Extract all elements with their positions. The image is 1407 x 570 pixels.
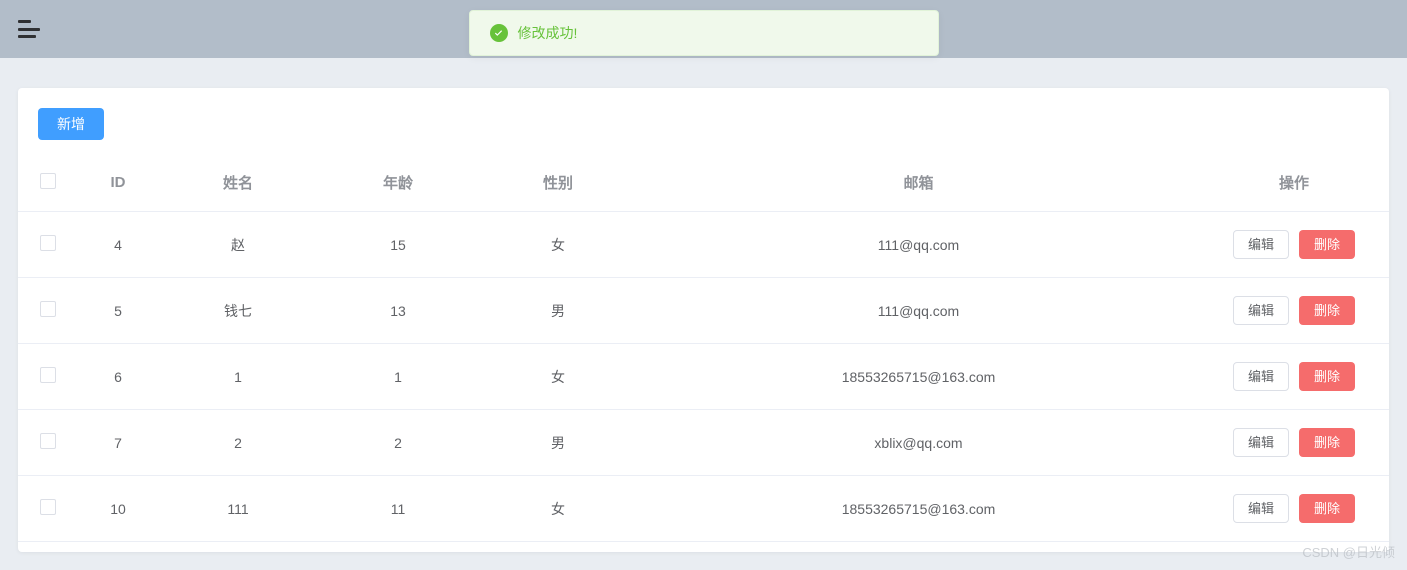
cell-age: 11 bbox=[318, 476, 478, 542]
watermark: CSDN @日光倾 bbox=[1302, 542, 1395, 561]
col-id: ID bbox=[78, 154, 158, 212]
delete-button[interactable]: 删除 bbox=[1299, 296, 1355, 325]
check-circle-icon bbox=[490, 24, 508, 42]
cell-name: 1 bbox=[158, 344, 318, 410]
cell-gender: 女 bbox=[478, 476, 638, 542]
delete-button[interactable]: 删除 bbox=[1299, 230, 1355, 259]
cell-gender: 男 bbox=[478, 278, 638, 344]
select-all-checkbox[interactable] bbox=[40, 173, 56, 189]
delete-button[interactable]: 删除 bbox=[1299, 428, 1355, 457]
col-ops: 操作 bbox=[1199, 154, 1389, 212]
cell-age: 15 bbox=[318, 212, 478, 278]
data-table: ID 姓名 年龄 性别 邮箱 操作 4赵15女111@qq.com编辑删除5钱七… bbox=[18, 154, 1389, 542]
cell-gender: 女 bbox=[478, 212, 638, 278]
cell-age: 13 bbox=[318, 278, 478, 344]
row-checkbox[interactable] bbox=[40, 367, 56, 383]
edit-button[interactable]: 编辑 bbox=[1233, 428, 1289, 457]
col-email: 邮箱 bbox=[638, 154, 1199, 212]
cell-gender: 男 bbox=[478, 410, 638, 476]
cell-email: 111@qq.com bbox=[638, 278, 1199, 344]
table-row: 611女18553265715@163.com编辑删除 bbox=[18, 344, 1389, 410]
edit-button[interactable]: 编辑 bbox=[1233, 296, 1289, 325]
edit-button[interactable]: 编辑 bbox=[1233, 362, 1289, 391]
cell-id: 10 bbox=[78, 476, 158, 542]
cell-id: 4 bbox=[78, 212, 158, 278]
delete-button[interactable]: 删除 bbox=[1299, 494, 1355, 523]
col-gender: 性别 bbox=[478, 154, 638, 212]
cell-email: 18553265715@163.com bbox=[638, 476, 1199, 542]
cell-id: 7 bbox=[78, 410, 158, 476]
cell-gender: 女 bbox=[478, 344, 638, 410]
edit-button[interactable]: 编辑 bbox=[1233, 494, 1289, 523]
edit-button[interactable]: 编辑 bbox=[1233, 230, 1289, 259]
cell-id: 6 bbox=[78, 344, 158, 410]
row-checkbox[interactable] bbox=[40, 235, 56, 251]
cell-name: 2 bbox=[158, 410, 318, 476]
toast-message: 修改成功! bbox=[518, 23, 578, 43]
row-checkbox[interactable] bbox=[40, 433, 56, 449]
row-checkbox[interactable] bbox=[40, 301, 56, 317]
table-row: 1011111女18553265715@163.com编辑删除 bbox=[18, 476, 1389, 542]
table-row: 4赵15女111@qq.com 编辑删除 bbox=[18, 212, 1389, 278]
delete-button[interactable]: 删除 bbox=[1299, 362, 1355, 391]
col-age: 年龄 bbox=[318, 154, 478, 212]
cell-email: xblix@qq.com bbox=[638, 410, 1199, 476]
main-panel: 新增 ID 姓名 年龄 性别 邮箱 操作 4赵15女111@qq.com编辑删除… bbox=[18, 88, 1389, 552]
cell-age: 2 bbox=[318, 410, 478, 476]
success-toast: 修改成功! bbox=[469, 10, 939, 56]
cell-age: 1 bbox=[318, 344, 478, 410]
cell-id: 5 bbox=[78, 278, 158, 344]
topbar: 修改成功! bbox=[0, 0, 1407, 58]
table-row: 5钱七13男111@qq.com 编辑删除 bbox=[18, 278, 1389, 344]
cell-name: 钱七 bbox=[158, 278, 318, 344]
menu-toggle-icon[interactable] bbox=[18, 20, 40, 38]
table-row: 722男xblix@qq.com编辑删除 bbox=[18, 410, 1389, 476]
col-name: 姓名 bbox=[158, 154, 318, 212]
cell-email: 111@qq.com bbox=[638, 212, 1199, 278]
row-checkbox[interactable] bbox=[40, 499, 56, 515]
table-header-row: ID 姓名 年龄 性别 邮箱 操作 bbox=[18, 154, 1389, 212]
add-button[interactable]: 新增 bbox=[38, 108, 104, 140]
cell-name: 赵 bbox=[158, 212, 318, 278]
cell-email: 18553265715@163.com bbox=[638, 344, 1199, 410]
cell-name: 111 bbox=[158, 476, 318, 542]
